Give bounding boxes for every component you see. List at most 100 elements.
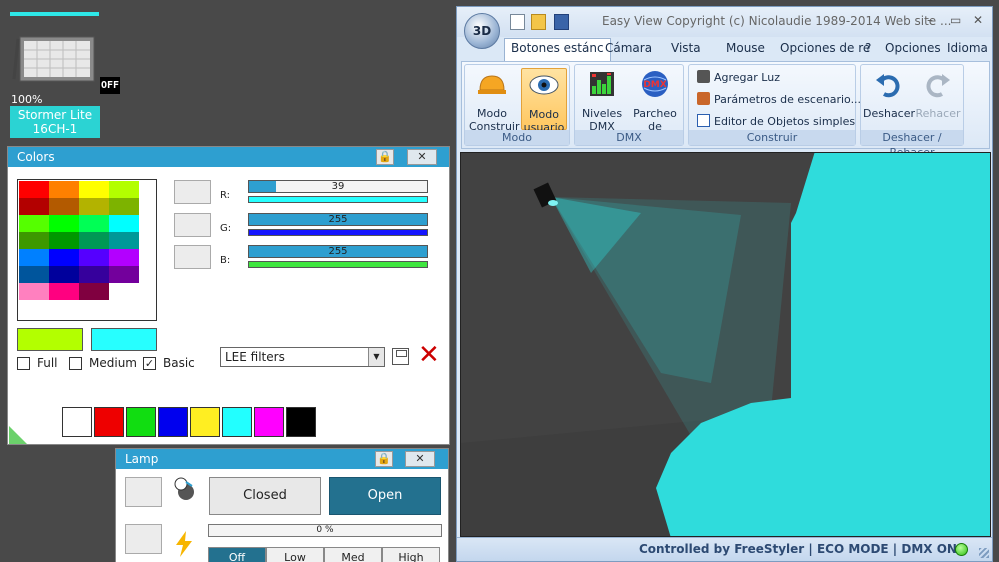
modo-usuario-button[interactable]: Modo usuario	[521, 68, 567, 134]
save-icon[interactable]	[554, 14, 569, 30]
red-slider[interactable]: 39	[248, 180, 428, 193]
tab-opciones-render[interactable]: Opciones de re	[780, 41, 870, 55]
palette-swatch[interactable]	[49, 266, 79, 283]
tab-high[interactable]: High	[382, 547, 440, 562]
new-file-icon[interactable]	[510, 14, 525, 30]
palette-swatch[interactable]	[79, 215, 109, 232]
close-icon[interactable]: ✕	[973, 13, 983, 27]
quick-swatch[interactable]	[94, 407, 124, 437]
checkbox-full-box[interactable]	[17, 356, 30, 370]
green-color-button[interactable]	[174, 213, 211, 237]
levels-icon	[590, 72, 614, 96]
checkbox-full[interactable]: Full	[17, 356, 58, 370]
palette-swatch[interactable]	[109, 283, 139, 300]
add-icon[interactable]	[9, 426, 27, 444]
palette-swatch[interactable]	[19, 215, 49, 232]
open-button[interactable]: Open	[329, 477, 441, 515]
palette-swatch[interactable]	[19, 198, 49, 215]
palette-swatch[interactable]	[109, 181, 139, 198]
deshacer-button[interactable]: Deshacer	[863, 68, 915, 130]
agregar-luz-label: Agregar Luz	[714, 71, 780, 84]
open-folder-icon[interactable]	[531, 14, 546, 30]
tab-low[interactable]: Low	[266, 547, 324, 562]
3d-viewport[interactable]	[460, 152, 991, 537]
quick-swatch[interactable]	[126, 407, 156, 437]
red-color-button[interactable]	[174, 180, 211, 204]
blue-slider[interactable]: 255	[248, 245, 428, 258]
palette-swatch[interactable]	[19, 266, 49, 283]
palette-swatch[interactable]	[19, 283, 49, 300]
palette-swatch[interactable]	[19, 232, 49, 249]
lamp-power-button[interactable]	[125, 524, 162, 554]
delete-icon[interactable]: ✕	[418, 342, 442, 368]
dmx-globe-icon: DMX	[642, 71, 668, 97]
palette-swatch[interactable]	[19, 249, 49, 266]
minimize-icon[interactable]: –	[927, 13, 933, 27]
checkbox-medium[interactable]: Medium	[69, 356, 137, 370]
tab-botones[interactable]: Botones estánc	[504, 38, 611, 61]
palette-swatch[interactable]	[49, 181, 79, 198]
editor-objetos-button[interactable]: Editor de Objetos simples	[697, 114, 855, 128]
blue-color-button[interactable]	[174, 245, 211, 269]
palette-swatch[interactable]	[109, 232, 139, 249]
palette-swatch[interactable]	[49, 198, 79, 215]
help-menu[interactable]: ?	[865, 41, 871, 55]
palette-swatch[interactable]	[79, 249, 109, 266]
resize-grip[interactable]	[979, 548, 989, 558]
modo-construir-button[interactable]: Modo Construir	[469, 68, 520, 133]
lamp-shutter-button[interactable]	[125, 477, 162, 507]
lock-icon[interactable]: 🔒	[376, 149, 394, 165]
palette-swatch[interactable]	[109, 249, 139, 266]
palette-swatch[interactable]	[79, 266, 109, 283]
parametros-button[interactable]: Parámetros de escenario...	[697, 92, 861, 106]
checkbox-basic-box[interactable]: ✓	[143, 356, 156, 370]
tab-off[interactable]: Off	[208, 547, 266, 562]
quick-swatch[interactable]	[158, 407, 188, 437]
palette-swatch[interactable]	[49, 249, 79, 266]
palette-swatch[interactable]	[79, 283, 109, 300]
maximize-icon[interactable]: ▭	[950, 13, 961, 27]
save-icon[interactable]	[392, 348, 409, 365]
palette-swatch[interactable]	[79, 232, 109, 249]
fixture-name-label[interactable]: Stormer Lite 16CH-1	[10, 106, 100, 138]
tab-vista[interactable]: Vista	[671, 41, 701, 55]
group-modo-label: Modo	[465, 130, 569, 145]
rehacer-button[interactable]: Rehacer	[913, 68, 963, 130]
quick-swatch[interactable]	[222, 407, 252, 437]
niveles-dmx-button[interactable]: Niveles DMX	[579, 68, 625, 133]
checkbox-medium-box[interactable]	[69, 356, 82, 370]
quick-swatch[interactable]	[62, 407, 92, 437]
quick-swatch[interactable]	[190, 407, 220, 437]
lamp-panel-header: Lamp 🔒 ✕	[116, 449, 448, 469]
tab-mouse[interactable]: Mouse	[726, 41, 765, 55]
checkbox-basic[interactable]: ✓ Basic	[143, 356, 195, 370]
palette-swatch[interactable]	[109, 266, 139, 283]
parcheo-button[interactable]: DMX Parcheo de Universos	[627, 68, 683, 146]
quick-swatch[interactable]	[286, 407, 316, 437]
lock-icon[interactable]: 🔒	[375, 451, 393, 467]
filter-select[interactable]: LEE filters ▼	[220, 347, 385, 367]
selected-color-2[interactable]	[91, 328, 157, 351]
selected-color-1[interactable]	[17, 328, 83, 351]
palette-swatch[interactable]	[49, 232, 79, 249]
palette-swatch[interactable]	[109, 198, 139, 215]
chevron-down-icon[interactable]: ▼	[368, 348, 384, 366]
fixture-icon[interactable]	[12, 35, 97, 87]
app-logo[interactable]: 3D	[464, 13, 500, 49]
close-icon[interactable]: ✕	[407, 149, 437, 165]
quick-swatch[interactable]	[254, 407, 284, 437]
palette-swatch[interactable]	[79, 181, 109, 198]
opciones-menu[interactable]: Opciones	[885, 41, 941, 55]
palette-swatch[interactable]	[49, 283, 79, 300]
tab-camara[interactable]: Cámara	[605, 41, 652, 55]
green-slider[interactable]: 255	[248, 213, 428, 226]
palette-swatch[interactable]	[19, 181, 49, 198]
palette-swatch[interactable]	[109, 215, 139, 232]
palette-swatch[interactable]	[79, 198, 109, 215]
idioma-menu[interactable]: Idioma	[947, 41, 988, 55]
closed-button[interactable]: Closed	[209, 477, 321, 515]
close-icon[interactable]: ✕	[405, 451, 435, 467]
tab-med[interactable]: Med	[324, 547, 382, 562]
palette-swatch[interactable]	[49, 215, 79, 232]
agregar-luz-button[interactable]: Agregar Luz	[697, 70, 780, 84]
